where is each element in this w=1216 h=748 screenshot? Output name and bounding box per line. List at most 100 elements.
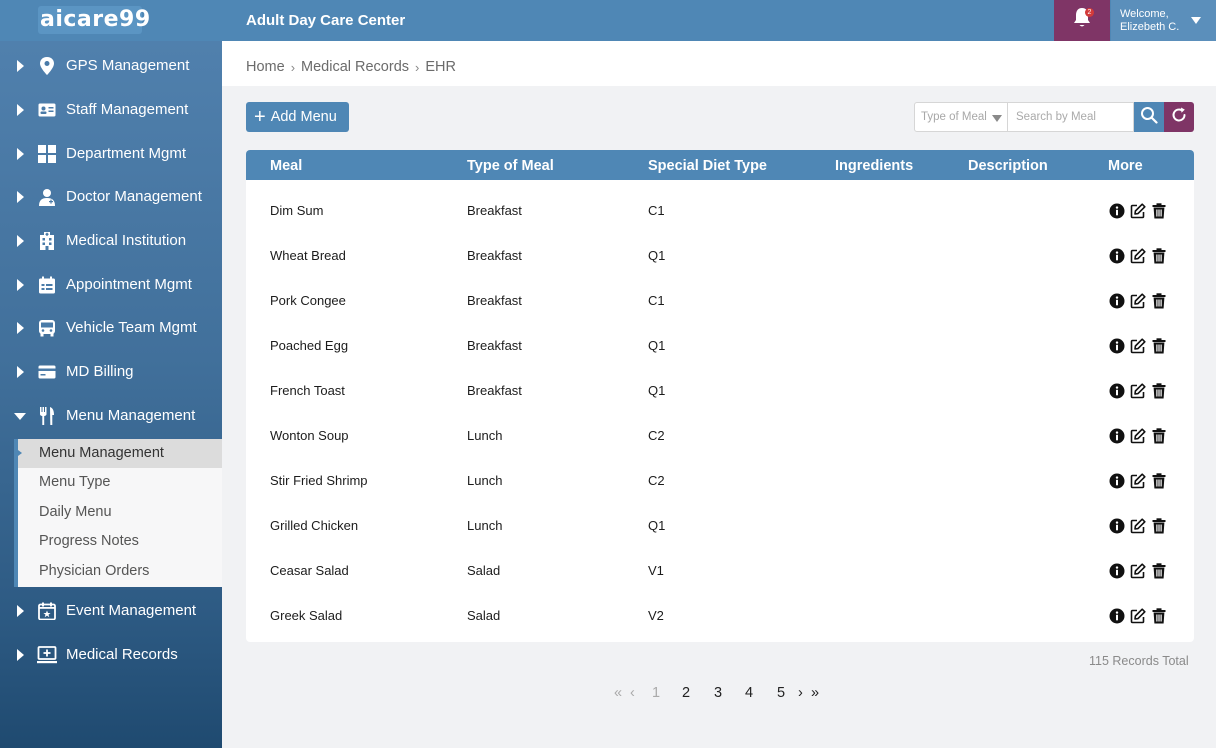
column-header-meal[interactable]: Meal (270, 158, 302, 174)
info-icon[interactable] (1108, 472, 1125, 489)
info-icon[interactable] (1108, 247, 1125, 264)
table-row[interactable]: Wonton Soup Lunch C2 (246, 405, 1194, 450)
chevron-down-icon (992, 115, 1002, 122)
trash-icon[interactable] (1150, 562, 1167, 579)
submenu-item-menu-type[interactable]: Menu Type (18, 468, 222, 497)
row-actions (1108, 337, 1167, 354)
edit-icon[interactable] (1129, 427, 1146, 444)
sidebar-item-menu-management[interactable]: Menu Management (0, 395, 222, 437)
page-5[interactable]: 5 (777, 685, 785, 701)
search-input[interactable] (1008, 102, 1134, 132)
table-row[interactable]: Grilled Chicken Lunch Q1 (246, 495, 1194, 540)
type-of-meal-select[interactable]: Type of Meal (914, 102, 1008, 132)
trash-icon[interactable] (1150, 427, 1167, 444)
sidebar-item-vehicle[interactable]: Vehicle Team Mgmt (0, 307, 222, 349)
breadcrumb-ehr[interactable]: EHR (425, 59, 456, 75)
edit-icon[interactable] (1129, 202, 1146, 219)
prev-page-icon[interactable]: ‹ (630, 685, 635, 701)
edit-icon[interactable] (1129, 517, 1146, 534)
caret-down-icon (14, 413, 26, 420)
notifications-button[interactable]: 2 (1054, 0, 1110, 41)
page-3[interactable]: 3 (714, 685, 722, 701)
page-4[interactable]: 4 (745, 685, 753, 701)
submenu-item-physician-orders[interactable]: Physician Orders (18, 557, 222, 586)
caret-right-icon (17, 279, 24, 291)
edit-icon[interactable] (1129, 292, 1146, 309)
table-row[interactable]: Pork Congee Breakfast C1 (246, 270, 1194, 315)
bus-icon (37, 318, 57, 338)
table-row[interactable]: Wheat Bread Breakfast Q1 (246, 225, 1194, 270)
sidebar-item-appointment[interactable]: Appointment Mgmt (0, 264, 222, 306)
edit-icon[interactable] (1129, 337, 1146, 354)
info-icon[interactable] (1108, 292, 1125, 309)
caret-right-icon (17, 605, 24, 617)
row-actions (1108, 382, 1167, 399)
search-bar: Type of Meal (914, 102, 1194, 132)
table-row[interactable]: Poached Egg Breakfast Q1 (246, 315, 1194, 360)
submenu-item-menu-management[interactable]: Menu Management (18, 439, 222, 468)
sidebar-item-event[interactable]: Event Management (0, 590, 222, 632)
info-icon[interactable] (1108, 607, 1125, 624)
trash-icon[interactable] (1150, 472, 1167, 489)
sidebar-item-md-billing[interactable]: MD Billing (0, 351, 222, 393)
sidebar-item-label: GPS Management (66, 57, 190, 74)
cell-type-of-meal: Salad (467, 608, 501, 623)
page-1[interactable]: 1 (652, 685, 660, 701)
sidebar-item-label: Medical Institution (66, 232, 187, 249)
trash-icon[interactable] (1150, 247, 1167, 264)
table-row[interactable]: Ceasar Salad Salad V1 (246, 540, 1194, 585)
trash-icon[interactable] (1150, 337, 1167, 354)
info-icon[interactable] (1108, 337, 1125, 354)
edit-icon[interactable] (1129, 472, 1146, 489)
breadcrumb-home[interactable]: Home (246, 59, 285, 75)
table-row[interactable]: French Toast Breakfast Q1 (246, 360, 1194, 405)
chevron-right-icon: › (290, 59, 296, 75)
sidebar-item-doctor[interactable]: Doctor Management (0, 176, 222, 218)
id-card-icon (37, 100, 57, 120)
sidebar-item-medical-records[interactable]: Medical Records (0, 634, 222, 676)
trash-icon[interactable] (1150, 292, 1167, 309)
page-2[interactable]: 2 (682, 685, 690, 701)
info-icon[interactable] (1108, 517, 1125, 534)
last-page-icon[interactable]: » (811, 685, 819, 701)
breadcrumb-medical-records[interactable]: Medical Records (301, 59, 409, 75)
edit-icon[interactable] (1129, 562, 1146, 579)
edit-icon[interactable] (1129, 382, 1146, 399)
submenu-item-daily-menu[interactable]: Daily Menu (18, 498, 222, 527)
table-row[interactable]: Greek Salad Salad V2 (246, 585, 1194, 630)
info-icon[interactable] (1108, 427, 1125, 444)
next-page-icon[interactable]: › (798, 685, 803, 701)
info-icon[interactable] (1108, 382, 1125, 399)
sidebar-item-gps[interactable]: GPS Management (0, 45, 222, 87)
edit-icon[interactable] (1129, 247, 1146, 264)
first-page-icon[interactable]: « (614, 685, 622, 701)
sidebar-item-department[interactable]: Department Mgmt (0, 133, 222, 175)
trash-icon[interactable] (1150, 517, 1167, 534)
add-menu-button[interactable]: + Add Menu (246, 102, 349, 132)
column-header-type-of-meal[interactable]: Type of Meal (467, 158, 554, 174)
table-row[interactable]: Dim Sum Breakfast C1 (246, 180, 1194, 225)
cell-meal: Ceasar Salad (270, 563, 349, 578)
column-header-description[interactable]: Description (968, 158, 1048, 174)
column-header-ingredients[interactable]: Ingredients (835, 158, 913, 174)
user-menu[interactable]: Welcome, Elizebeth C. (1111, 0, 1216, 41)
app-logo[interactable]: aicare99 (38, 6, 150, 34)
sidebar-item-staff[interactable]: Staff Management (0, 89, 222, 131)
plus-icon: + (254, 106, 266, 128)
trash-icon[interactable] (1150, 202, 1167, 219)
cell-type-of-meal: Breakfast (467, 338, 522, 353)
trash-icon[interactable] (1150, 382, 1167, 399)
search-button[interactable] (1134, 102, 1164, 132)
info-icon[interactable] (1108, 202, 1125, 219)
column-header-special-diet-type[interactable]: Special Diet Type (648, 158, 767, 174)
trash-icon[interactable] (1150, 607, 1167, 624)
chevron-down-icon (1191, 17, 1201, 24)
table-row[interactable]: Stir Fried Shrimp Lunch C2 (246, 450, 1194, 495)
submenu-item-progress-notes[interactable]: Progress Notes (18, 527, 222, 556)
cell-special-diet-type: V1 (648, 563, 664, 578)
refresh-button[interactable] (1164, 102, 1194, 132)
edit-icon[interactable] (1129, 607, 1146, 624)
doctor-icon (37, 187, 57, 207)
info-icon[interactable] (1108, 562, 1125, 579)
sidebar-item-medical-institution[interactable]: Medical Institution (0, 220, 222, 262)
